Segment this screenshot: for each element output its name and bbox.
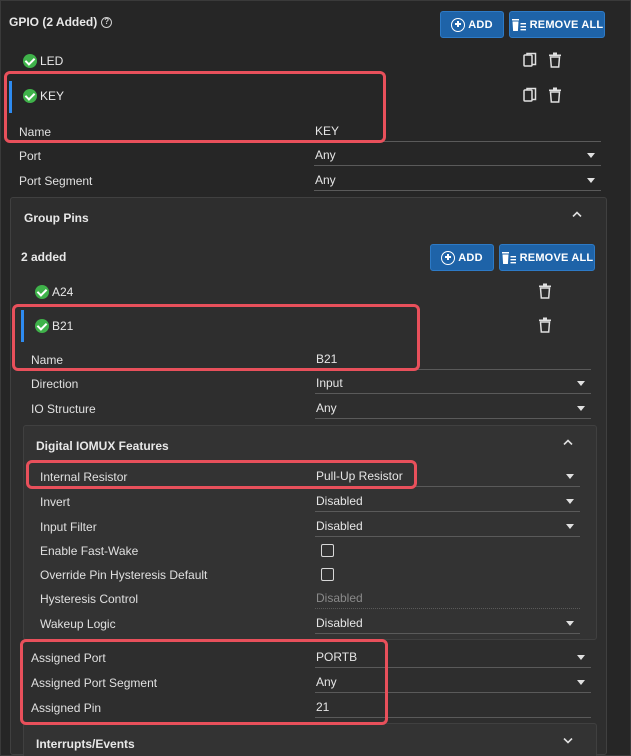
check-circle-icon	[35, 319, 49, 333]
list-item-a24[interactable]: A24	[35, 285, 73, 299]
assigned-pin-label: Assigned Pin	[31, 701, 102, 715]
fast-wake-checkbox[interactable]	[321, 544, 334, 557]
port-label: Port	[19, 149, 42, 163]
assigned-port-value: PORTB	[316, 650, 358, 664]
pin-name-input[interactable]: B21	[315, 352, 591, 370]
caret-down-icon	[566, 474, 574, 479]
name-value: KEY	[315, 124, 340, 138]
internal-resistor-select[interactable]: Pull-Up Resistor	[315, 469, 580, 487]
caret-down-icon	[566, 524, 574, 529]
group-pins-count: 2 added	[21, 250, 67, 264]
section-title: GPIO (2 Added) ?	[9, 15, 113, 29]
name-label: Name	[19, 125, 52, 139]
input-filter-value: Disabled	[316, 519, 363, 533]
hysteresis-control-value: Disabled	[316, 591, 363, 605]
chevron-up-icon[interactable]	[572, 211, 582, 217]
iomux-title: Digital IOMUX Features	[36, 439, 169, 453]
remove-all-button[interactable]: REMOVE ALL	[509, 11, 605, 38]
add-button[interactable]: ADD	[440, 11, 504, 38]
trash-icon[interactable]	[538, 317, 552, 333]
io-structure-label: IO Structure	[31, 402, 96, 416]
fast-wake-label: Enable Fast-Wake	[40, 544, 139, 558]
list-item-label: B21	[52, 319, 74, 333]
group-remove-all-button-label: REMOVE ALL	[519, 251, 594, 264]
add-button-label: ADD	[468, 18, 493, 31]
trash-icon[interactable]	[538, 283, 552, 299]
interrupts-title: Interrupts/Events	[36, 737, 135, 751]
group-add-button-label: ADD	[458, 251, 483, 264]
section-title-text: GPIO (2 Added)	[9, 15, 98, 29]
invert-value: Disabled	[316, 494, 363, 508]
help-icon[interactable]: ?	[101, 16, 113, 28]
invert-label: Invert	[40, 495, 71, 509]
check-circle-icon	[23, 54, 37, 68]
list-item-led[interactable]: LED	[23, 54, 63, 68]
hysteresis-control-label: Hysteresis Control	[40, 592, 139, 606]
list-item-label: KEY	[40, 89, 65, 103]
group-add-button[interactable]: ADD	[430, 244, 494, 271]
trash-icon[interactable]	[548, 87, 562, 103]
direction-label: Direction	[31, 377, 79, 391]
direction-select[interactable]: Input	[315, 376, 591, 394]
internal-resistor-value: Pull-Up Resistor	[316, 469, 403, 483]
wakeup-logic-select[interactable]: Disabled	[315, 616, 580, 634]
trash-icon[interactable]	[548, 52, 562, 68]
group-pins-title: Group Pins	[24, 211, 89, 225]
list-item-label: A24	[52, 285, 74, 299]
input-filter-select[interactable]: Disabled	[315, 519, 580, 537]
wakeup-logic-label: Wakeup Logic	[40, 617, 116, 631]
caret-down-icon	[577, 680, 585, 685]
assigned-port-select[interactable]: PORTB	[315, 650, 591, 668]
port-select[interactable]: Any	[314, 148, 601, 166]
caret-down-icon	[566, 621, 574, 626]
caret-down-icon	[566, 499, 574, 504]
caret-down-icon	[587, 178, 595, 183]
selection-indicator	[9, 81, 12, 113]
plus-circle-icon	[441, 250, 456, 265]
direction-value: Input	[316, 376, 343, 390]
remove-all-button-label: REMOVE ALL	[529, 18, 604, 31]
io-structure-select[interactable]: Any	[315, 401, 591, 419]
io-structure-value: Any	[316, 401, 337, 415]
list-item-label: LED	[40, 54, 64, 68]
list-item-key[interactable]: KEY	[23, 89, 64, 103]
chevron-down-icon[interactable]	[563, 738, 573, 744]
caret-down-icon	[587, 153, 595, 158]
plus-circle-icon	[451, 17, 466, 32]
input-filter-label: Input Filter	[40, 520, 97, 534]
trash-list-icon	[511, 18, 526, 31]
invert-select[interactable]: Disabled	[315, 494, 580, 512]
chevron-up-icon[interactable]	[563, 439, 573, 445]
assigned-pin-input[interactable]: 21	[315, 700, 591, 718]
copy-icon[interactable]	[523, 52, 537, 68]
assigned-segment-label: Assigned Port Segment	[31, 676, 158, 690]
caret-down-icon	[577, 406, 585, 411]
wakeup-logic-value: Disabled	[316, 616, 363, 630]
override-hysteresis-label: Override Pin Hysteresis Default	[40, 568, 208, 582]
selection-indicator	[21, 310, 24, 342]
trash-list-icon	[501, 251, 516, 264]
caret-down-icon	[577, 381, 585, 386]
assigned-segment-select[interactable]: Any	[315, 675, 591, 693]
check-circle-icon	[35, 285, 49, 299]
gpio-panel: GPIO (2 Added) ? ADD REMOVE ALL LED KEY	[0, 0, 631, 756]
caret-down-icon	[577, 655, 585, 660]
assigned-pin-value: 21	[316, 700, 330, 714]
hysteresis-control-select: Disabled	[315, 591, 580, 609]
copy-icon[interactable]	[523, 87, 537, 103]
pin-name-label: Name	[31, 353, 64, 367]
port-segment-select[interactable]: Any	[314, 173, 601, 191]
assigned-port-label: Assigned Port	[31, 651, 106, 665]
internal-resistor-label: Internal Resistor	[40, 470, 128, 484]
port-segment-value: Any	[315, 173, 336, 187]
check-circle-icon	[23, 89, 37, 103]
list-item-b21[interactable]: B21	[35, 319, 73, 333]
port-value: Any	[315, 148, 336, 162]
pin-name-value: B21	[316, 352, 338, 366]
override-hysteresis-checkbox[interactable]	[321, 568, 334, 581]
name-input[interactable]: KEY	[314, 124, 601, 142]
assigned-segment-value: Any	[316, 675, 337, 689]
group-remove-all-button[interactable]: REMOVE ALL	[499, 244, 595, 271]
port-segment-label: Port Segment	[19, 174, 93, 188]
